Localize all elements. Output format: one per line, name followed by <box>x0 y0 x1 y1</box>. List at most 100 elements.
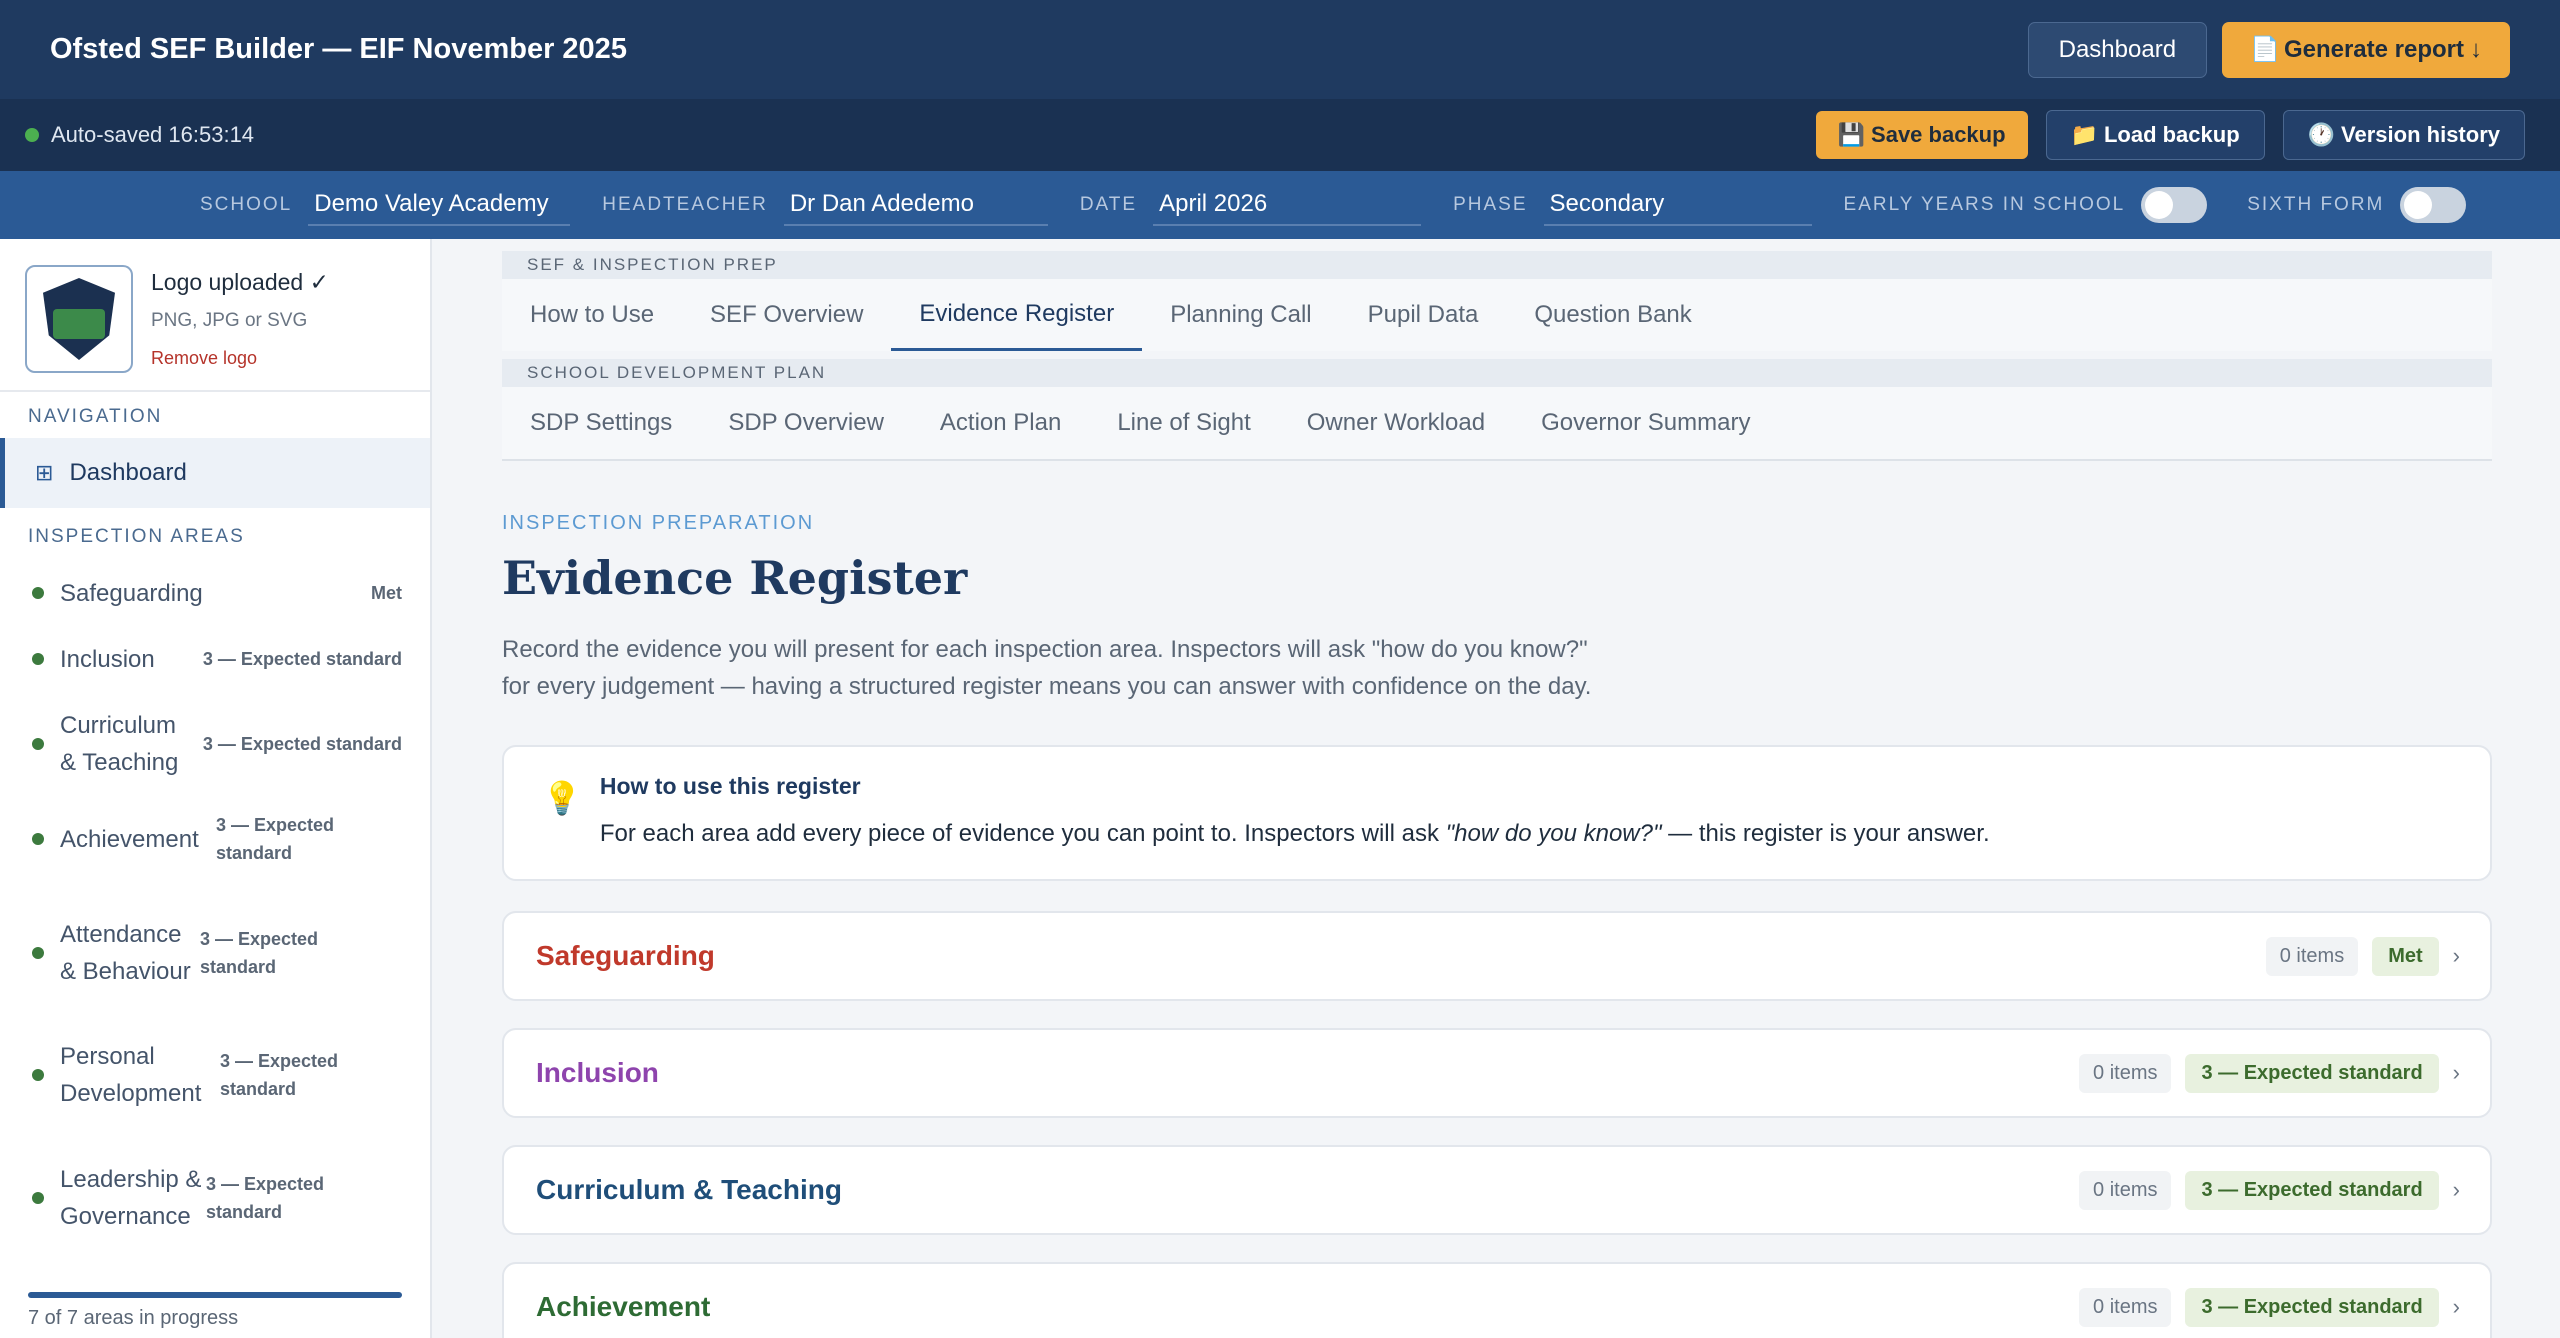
area-status: 3 — Expected standard <box>200 929 319 977</box>
tip-text: For each area add every piece of evidenc… <box>600 820 1990 848</box>
chevron-right-icon: › <box>2452 1060 2460 1085</box>
sixth-form-toggle[interactable] <box>2400 187 2467 223</box>
headteacher-label: HEADTEACHER <box>602 194 768 215</box>
sidebar-area-attendance[interactable]: Attendance & Behaviour 3 — Expected stan… <box>0 884 430 1022</box>
sixth-form-label: SIXTH FORM <box>2247 194 2385 215</box>
evidence-area-title: Achievement <box>536 1291 711 1322</box>
tab-evidence-register[interactable]: Evidence Register <box>891 279 1143 351</box>
status-dot <box>32 587 44 599</box>
early-years-label: EARLY YEARS IN SCHOOL <box>1843 194 2126 215</box>
tip-title: How to use this register <box>599 773 861 799</box>
save-backup-button[interactable]: 💾 Save backup <box>1815 111 2028 159</box>
save-bar: Auto-saved 16:53:14 💾 Save backup 📁 Load… <box>0 99 2560 171</box>
date-field[interactable]: April 2026 <box>1153 184 1422 226</box>
areas-progress-text: 7 of 7 areas in progress <box>28 1307 239 1329</box>
evidence-area-title: Inclusion <box>536 1057 659 1088</box>
page-intro: Record the evidence you will present for… <box>502 631 1702 705</box>
chevron-right-icon: › <box>2452 943 2460 968</box>
area-status: 3 — Expected standard <box>220 1051 339 1099</box>
generate-report-label: Generate report <box>2283 35 2464 63</box>
evidence-area-inclusion[interactable]: Inclusion 0 items 3 — Expected standard … <box>502 1028 2492 1118</box>
sidebar-area-safeguarding[interactable]: Safeguarding Met <box>0 562 430 624</box>
grid-icon: ⊞ <box>35 460 54 485</box>
tab-action-plan[interactable]: Action Plan <box>912 387 1089 459</box>
evidence-area-title: Curriculum & Teaching <box>536 1174 842 1205</box>
status-dot <box>32 833 44 845</box>
tab-owner-workload[interactable]: Owner Workload <box>1279 387 1513 459</box>
area-status: 3 — Expected standard <box>202 734 402 754</box>
tab-question-bank[interactable]: Question Bank <box>1506 279 1719 351</box>
logo-panel: Logo uploaded ✓ PNG, JPG or SVG Remove l… <box>0 239 430 392</box>
chevron-right-icon: › <box>2452 1177 2460 1202</box>
inspection-areas-heading: INSPECTION AREAS <box>28 526 245 547</box>
items-count: 0 items <box>2079 1170 2172 1210</box>
area-name: Curriculum & Teaching <box>60 712 179 776</box>
remove-logo-link[interactable]: Remove logo <box>151 348 329 369</box>
intro-line: Record the evidence you will present for… <box>502 636 1588 663</box>
logo-status: Logo uploaded ✓ <box>151 269 329 295</box>
intro-line: for every judgement — having a structure… <box>502 673 1592 700</box>
sidebar-item-dashboard[interactable]: ⊞ Dashboard <box>0 438 430 508</box>
items-count: 0 items <box>2079 1053 2172 1093</box>
area-status: 3 — Expected standard <box>216 815 335 863</box>
version-history-button[interactable]: 🕐 Version history <box>2282 110 2525 160</box>
sidebar-area-leadership[interactable]: Leadership & Governance 3 — Expected sta… <box>0 1128 430 1268</box>
sidebar-area-achievement[interactable]: Achievement 3 — Expected standard <box>0 794 430 884</box>
school-details-bar: SCHOOL Demo Valey Academy HEADTEACHER Dr… <box>0 171 2560 239</box>
judgement-badge: 3 — Expected standard <box>2185 1287 2439 1327</box>
status-dot <box>32 738 44 750</box>
area-name: Attendance & Behaviour <box>60 921 191 985</box>
tab-line-of-sight[interactable]: Line of Sight <box>1089 387 1278 459</box>
date-label: DATE <box>1079 194 1138 215</box>
area-name: Achievement <box>60 825 199 853</box>
sidebar-area-inclusion[interactable]: Inclusion 3 — Expected standard <box>0 624 430 694</box>
tab-how-to-use[interactable]: How to Use <box>502 279 682 351</box>
sidebar-area-curriculum[interactable]: Curriculum & Teaching 3 — Expected stand… <box>0 694 430 794</box>
area-status: 3 — Expected standard <box>206 1174 325 1222</box>
logo-format-hint: PNG, JPG or SVG <box>151 310 308 331</box>
sidebar-area-personal-development[interactable]: Personal Development 3 — Expected standa… <box>0 1022 430 1128</box>
tip-text-part: For each area add every piece of evidenc… <box>599 820 1446 847</box>
tab-planning-call[interactable]: Planning Call <box>1142 279 1339 351</box>
lightbulb-icon: 💡 <box>542 780 582 816</box>
page-title: Evidence Register <box>502 551 968 605</box>
judgement-badge: 3 — Expected standard <box>2185 1053 2439 1093</box>
tab-group-sdp: SCHOOL DEVELOPMENT PLAN SDP Settings SDP… <box>502 359 2492 461</box>
tip-box: 💡 How to use this register For each area… <box>502 745 2492 881</box>
judgement-badge: Met <box>2372 936 2439 976</box>
items-count: 0 items <box>2079 1287 2172 1327</box>
area-name: Personal Development <box>60 1043 202 1107</box>
evidence-area-safeguarding[interactable]: Safeguarding 0 items Met › <box>502 911 2492 1001</box>
evidence-area-curriculum[interactable]: Curriculum & Teaching 0 items 3 — Expect… <box>502 1145 2492 1235</box>
area-name: Safeguarding <box>60 579 203 607</box>
load-backup-button[interactable]: 📁 Load backup <box>2045 110 2265 160</box>
navigation-heading: NAVIGATION <box>28 406 163 427</box>
document-icon: 📄 <box>2250 36 2280 63</box>
early-years-toggle[interactable] <box>2141 187 2208 223</box>
tip-text-quote: "how do you know?" <box>1445 820 1662 847</box>
sidebar-item-label: Dashboard <box>69 459 187 486</box>
tab-pupil-data[interactable]: Pupil Data <box>1340 279 1507 351</box>
load-backup-label: Load backup <box>2103 122 2240 147</box>
phase-label: PHASE <box>1453 194 1528 215</box>
main-content: SEF & INSPECTION PREP How to Use SEF Ove… <box>432 239 2560 1338</box>
headteacher-field[interactable]: Dr Dan Adedemo <box>783 184 1048 226</box>
tab-group-heading: SCHOOL DEVELOPMENT PLAN <box>502 359 2492 387</box>
tab-sdp-overview[interactable]: SDP Overview <box>700 387 912 459</box>
areas-progress-bar <box>28 1292 402 1298</box>
area-name: Leadership & Governance <box>60 1166 202 1230</box>
tab-sdp-settings[interactable]: SDP Settings <box>502 387 700 459</box>
phase-field[interactable]: Secondary <box>1543 184 1812 226</box>
tab-governor-summary[interactable]: Governor Summary <box>1513 387 1778 459</box>
evidence-area-achievement[interactable]: Achievement 0 items 3 — Expected standar… <box>502 1262 2492 1338</box>
tab-group-sef: SEF & INSPECTION PREP How to Use SEF Ove… <box>502 251 2492 351</box>
area-status: 3 — Expected standard <box>202 649 402 669</box>
sidebar: Logo uploaded ✓ PNG, JPG or SVG Remove l… <box>0 239 432 1338</box>
dashboard-button[interactable]: Dashboard <box>2027 21 2208 78</box>
tab-sef-overview[interactable]: SEF Overview <box>682 279 891 351</box>
judgement-badge: 3 — Expected standard <box>2185 1170 2439 1210</box>
shield-icon <box>43 278 115 360</box>
school-field[interactable]: Demo Valey Academy <box>308 184 571 226</box>
autosave-status-dot <box>25 128 39 142</box>
generate-report-button[interactable]: 📄 Generate report ↓ <box>2222 21 2510 78</box>
